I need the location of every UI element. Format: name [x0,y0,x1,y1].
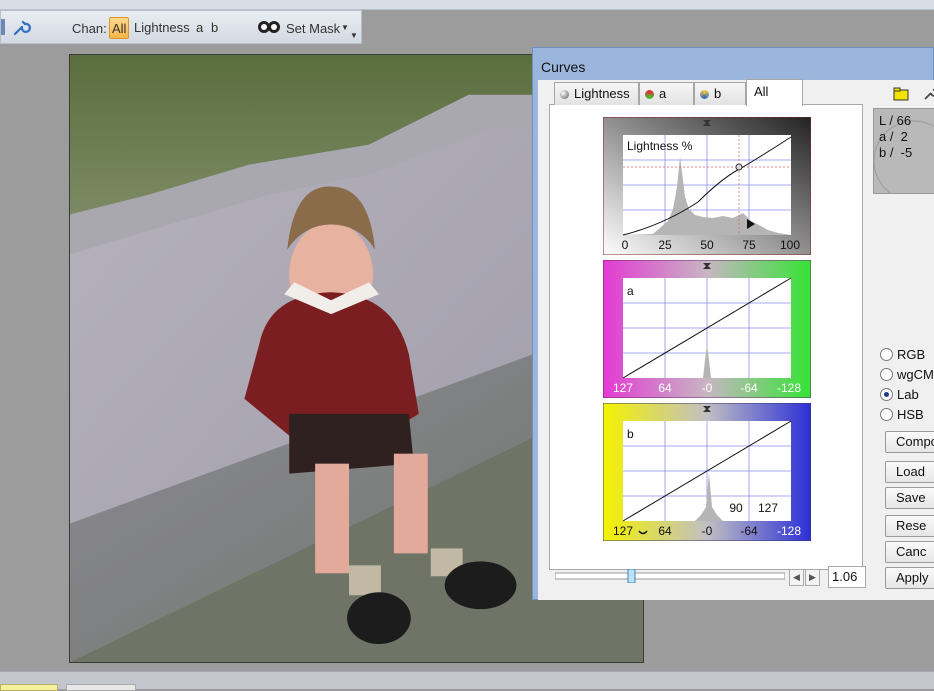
tick-label: -128 [777,524,801,538]
a-label: a [627,284,634,298]
b-input-value: 90 [729,501,743,515]
set-mask-button[interactable]: Set Mask [286,21,340,36]
tick-label: 127 [613,524,633,538]
slider-left-arrow-icon[interactable]: ◀ [789,569,804,586]
tick-label: 0 [622,238,629,252]
radio-circle[interactable] [880,388,893,401]
mode-rgb-radio[interactable]: RGB [880,347,925,362]
wrench-icon[interactable] [923,87,934,101]
tick-label: -64 [740,381,758,395]
b-label: b [627,427,634,441]
gamma-value-field[interactable]: 1.06 [828,566,866,588]
slider-right-arrow-icon[interactable]: ▶ [805,569,820,586]
tab-lightness[interactable]: Lightness [554,82,639,105]
channel-label: Chan: [72,21,107,36]
radio-label: wgCM [897,367,934,382]
tick-label: -64 [740,524,758,538]
radio-circle[interactable] [880,368,893,381]
tab-a[interactable]: a [639,82,694,105]
mode-hsb-radio[interactable]: HSB [880,407,924,422]
tick-label: 64 [658,524,672,538]
tab-label: Lightness [574,86,630,101]
tick-label: 100 [780,238,800,252]
b-curve-box: b 90 127 127 64 -0 -64 -128 [602,402,812,542]
tick-label: 127 [613,381,633,395]
b-output-value: 127 [758,501,778,515]
radio-label: Lab [897,387,919,402]
reset-button[interactable]: Rese [885,515,934,537]
channel-lightness-button[interactable]: Lightness [132,17,192,39]
channel-all-button[interactable]: All [109,17,129,39]
save-button[interactable]: Save [885,487,934,509]
mask-icon[interactable] [257,19,281,35]
tab-all[interactable]: All [746,79,803,106]
tick-label: -0 [702,524,713,538]
mode-wgcm-radio[interactable]: wgCM [880,367,934,382]
slider-thumb[interactable] [627,569,636,583]
radio-label: HSB [897,407,924,422]
a-curve-box: a 127 64 -0 -64 -128 [602,259,812,399]
dropdown-arrow-icon[interactable]: ▼ [341,23,349,32]
tick-label: 25 [658,238,672,252]
status-bar [0,671,934,691]
folder-icon[interactable] [893,87,909,101]
mode-lab-radio[interactable]: Lab [880,387,919,402]
radio-circle[interactable] [880,408,893,421]
channel-toolbar: Chan: All Lightness a b Set Mask ▼ ▼ [0,10,362,44]
channel-a-button[interactable]: a [194,17,205,39]
load-button[interactable]: Load [885,461,934,483]
radio-circle[interactable] [880,348,893,361]
tick-label: -0 [702,381,713,395]
b-channel-icon [700,90,709,99]
wrench-icon[interactable] [11,18,31,38]
readout-a: a / 2 [879,129,908,144]
tab-label: All [754,84,769,99]
tick-label: 75 [742,238,756,252]
curves-dialog: Curves Lightness a b All Lightness % 0 2… [532,47,934,600]
tick-label: 64 [658,381,672,395]
a-channel-icon [645,90,654,99]
color-readout: L / 66 a / 2 b / -5 [873,108,934,194]
tab-b[interactable]: b [694,82,746,105]
tick-label: 50 [700,238,714,252]
readout-b: b / -5 [879,145,913,160]
cancel-button[interactable]: Canc [885,541,934,563]
lightness-icon [560,90,569,99]
tab-label: a [659,86,667,101]
tick-label: -128 [777,381,801,395]
channel-b-button[interactable]: b [209,17,220,39]
radio-label: RGB [897,347,926,362]
apply-button[interactable]: Apply [885,567,934,589]
toolbar-overflow-icon[interactable]: ▼ [350,31,358,40]
lightness-curve-box: Lightness % 0 25 50 75 100 [602,116,812,256]
curve-point[interactable] [735,163,743,171]
dialog-title: Curves [541,59,586,75]
lightness-label: Lightness % [627,139,693,153]
toolbar-grip[interactable] [1,19,5,35]
compose-button[interactable]: Compo [885,431,934,453]
menu-strip [0,0,934,10]
readout-l: L / 66 [879,113,912,128]
tab-label: b [714,86,722,101]
gamma-slider[interactable] [555,569,785,583]
